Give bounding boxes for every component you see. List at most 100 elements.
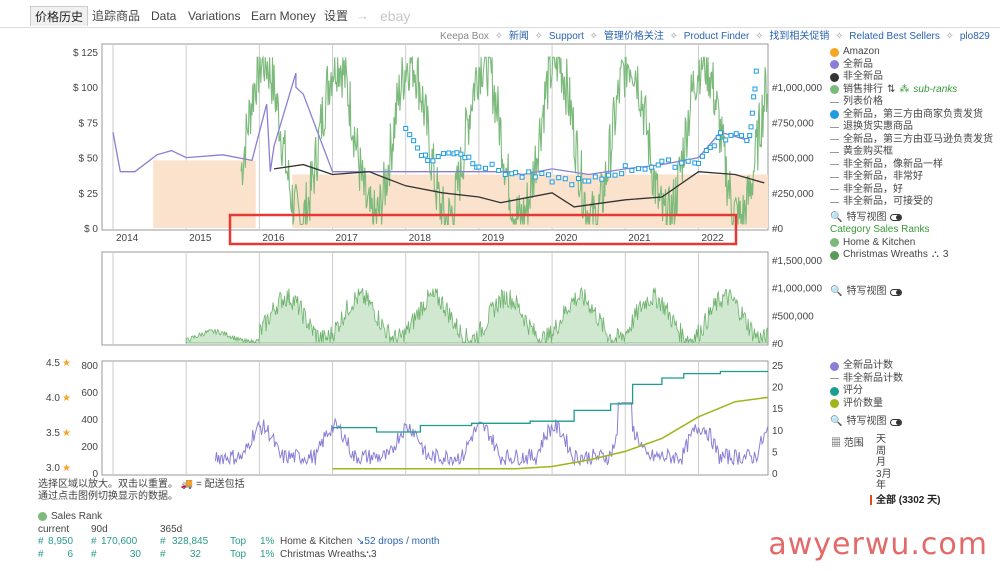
fba-marker bbox=[642, 166, 648, 172]
fba-marker bbox=[502, 171, 508, 177]
x-tick-label: 2021 bbox=[628, 233, 651, 244]
range-week[interactable]: 周 bbox=[876, 446, 892, 458]
fba-marker bbox=[622, 163, 628, 169]
y-right-tick-label: #1,000,000 bbox=[772, 83, 822, 94]
fba-marker bbox=[672, 164, 678, 170]
fba-marker bbox=[695, 160, 701, 166]
sub-ranks-link[interactable]: sub-ranks bbox=[913, 84, 957, 97]
tab-settings[interactable]: 设置 bbox=[320, 6, 352, 26]
used-dot-icon bbox=[830, 72, 839, 82]
category-legend: 🔍 特写视图 bbox=[830, 286, 903, 299]
legend-new[interactable]: 全新品 bbox=[830, 59, 993, 72]
fba-marker bbox=[635, 166, 641, 172]
legend-rating[interactable]: 评分 bbox=[830, 385, 903, 398]
legend-review-count[interactable]: 评价数量 bbox=[830, 398, 903, 411]
range-month[interactable]: 月 bbox=[876, 457, 892, 469]
close-view-toggle-cat[interactable]: 🔍 特写视图 bbox=[830, 286, 903, 299]
legend-used-like-new[interactable]: 非全新品，像新品一样 bbox=[830, 159, 993, 172]
fba-marker bbox=[605, 172, 611, 178]
fba-marker bbox=[707, 144, 713, 150]
best-sellers-link[interactable]: Related Best Sellers bbox=[849, 31, 940, 42]
tab-price-history[interactable]: 价格历史 bbox=[30, 6, 89, 26]
range-all[interactable]: 全部 (3302 天) bbox=[870, 491, 940, 506]
fba-marker bbox=[556, 175, 562, 181]
star-icon: ★ bbox=[62, 358, 71, 369]
y-right-tick-label: #500,000 bbox=[772, 311, 814, 322]
close-view-toggle-offers[interactable]: 🔍 特写视图 bbox=[830, 416, 903, 429]
fba-marker bbox=[717, 130, 723, 136]
y-left-tick-label: $ 125 bbox=[73, 48, 98, 59]
fba-marker bbox=[685, 158, 691, 164]
fba-marker bbox=[679, 160, 685, 166]
tab-tracking[interactable]: 追踪商品 bbox=[88, 6, 144, 26]
toggle-switch[interactable] bbox=[890, 214, 903, 222]
sales-rank-dot-icon bbox=[38, 511, 47, 521]
legend-new-fbm[interactable]: 全新品，第三方由商家负责发货 bbox=[830, 109, 993, 122]
legend-warehouse[interactable]: 退换货实惠商品 bbox=[830, 121, 993, 134]
range-day[interactable]: 天 bbox=[876, 434, 892, 446]
zoom-icon: 🔍 bbox=[830, 286, 843, 297]
legend-used-good[interactable]: 非全新品，好 bbox=[830, 184, 993, 197]
range-year[interactable]: 年 bbox=[876, 480, 892, 492]
sort-icon[interactable]: ⇅ bbox=[887, 84, 895, 97]
offers-y-left-ticks: 0200400600800 bbox=[81, 361, 98, 480]
fba-marker bbox=[665, 157, 671, 163]
legend-list-price[interactable]: 列表价格 bbox=[830, 96, 993, 109]
legend-new-count[interactable]: 全新品计数 bbox=[830, 360, 903, 373]
fba-marker bbox=[723, 137, 729, 143]
fba-marker bbox=[411, 138, 417, 144]
legend-used-count[interactable]: 非全新品计数 bbox=[830, 373, 903, 386]
y-right-tick-label: 20 bbox=[772, 383, 784, 394]
offers-legend: 全新品计数 非全新品计数 评分 评价数量 🔍 特写视图 bbox=[830, 360, 903, 429]
sub-ranks-icon: ⁂ bbox=[899, 83, 910, 95]
y-left-tick-label: $ 100 bbox=[73, 83, 98, 94]
offers-reviews-chart[interactable]: 0200400600800 0510152025 3.0 ★3.5 ★4.0 ★4.5… bbox=[46, 358, 784, 480]
close-view-toggle-main[interactable]: 🔍 特写视图 bbox=[830, 212, 993, 225]
fba-marker bbox=[539, 170, 545, 176]
fba-marker bbox=[562, 176, 568, 182]
price-history-charts[interactable]: $ 0 $ 25 $ 50 $ 75 $ 100 $ 125 #0 #250,000 #500… bbox=[0, 40, 830, 480]
fba-marker bbox=[715, 135, 721, 141]
table-row: #8,950 #170,600 #328,845 Top 1% Home & K… bbox=[38, 536, 440, 548]
tab-variations[interactable]: Variations bbox=[184, 6, 244, 26]
main-y-left-ticks: $ 0 $ 25 $ 50 $ 75 $ 100 $ 125 bbox=[73, 48, 98, 235]
sales-rank-dot-icon bbox=[830, 85, 839, 95]
legend-home-kitchen[interactable]: Home & Kitchen bbox=[830, 237, 993, 250]
fba-marker bbox=[476, 164, 482, 170]
fba-marker bbox=[699, 153, 705, 159]
user-link[interactable]: plo829 bbox=[960, 31, 990, 42]
fba-marker bbox=[739, 133, 745, 139]
toggle-switch[interactable] bbox=[890, 288, 903, 296]
main-chart[interactable]: $ 0 $ 25 $ 50 $ 75 $ 100 $ 125 #0 #250,000 #500… bbox=[73, 43, 823, 246]
legend-used-very-good[interactable]: 非全新品，非常好 bbox=[830, 171, 993, 184]
legend-used[interactable]: 非全新品 bbox=[830, 71, 993, 84]
fba-marker bbox=[545, 172, 551, 178]
toggle-switch[interactable] bbox=[890, 418, 903, 426]
y-left-tick-label: $ 0 bbox=[84, 224, 98, 235]
y-right-tick-label: #250,000 bbox=[772, 189, 814, 200]
tab-earn-money[interactable]: Earn Money bbox=[247, 6, 320, 26]
fba-marker bbox=[599, 176, 605, 182]
tab-bar: 价格历史 追踪商品 Data Variations Earn Money 设置 … bbox=[0, 0, 1000, 28]
main-x-ticks: 2014 2015 2016 2017 2018 2019 2020 2021 2022 bbox=[116, 233, 724, 244]
legend-christmas-wreaths[interactable]: Christmas Wreaths ⛬ 3 bbox=[830, 249, 993, 262]
star-tick-label: 3.5 bbox=[46, 428, 60, 439]
fba-marker bbox=[462, 155, 468, 161]
legend-used-acceptable[interactable]: 非全新品，可接受的 bbox=[830, 196, 993, 209]
legend-sales-rank[interactable]: 销售排行 ⇅ ⁂ sub-ranks bbox=[830, 84, 993, 97]
fba-marker bbox=[744, 137, 750, 143]
fba-marker bbox=[751, 94, 757, 100]
review-count-dot-icon bbox=[830, 399, 839, 409]
fba-marker bbox=[733, 131, 739, 137]
range-3month[interactable]: 3月 bbox=[876, 469, 892, 481]
y-right-tick-label: 25 bbox=[772, 361, 784, 372]
legend-new-fba[interactable]: 全新品，第三方由亚马逊负责发货 bbox=[830, 134, 993, 147]
tab-ebay[interactable]: ebay bbox=[376, 6, 414, 26]
y-right-tick-label: #500,000 bbox=[772, 154, 814, 165]
fbm-dot-icon bbox=[830, 110, 839, 120]
fba-marker bbox=[470, 161, 476, 167]
category-rank-chart[interactable]: #0 #500,000 #1,000,000 #1,500,000 bbox=[101, 251, 822, 350]
legend-buybox[interactable]: 黄金购买框 bbox=[830, 146, 993, 159]
legend-amazon[interactable]: Amazon bbox=[830, 46, 993, 59]
tab-data[interactable]: Data bbox=[147, 6, 180, 26]
